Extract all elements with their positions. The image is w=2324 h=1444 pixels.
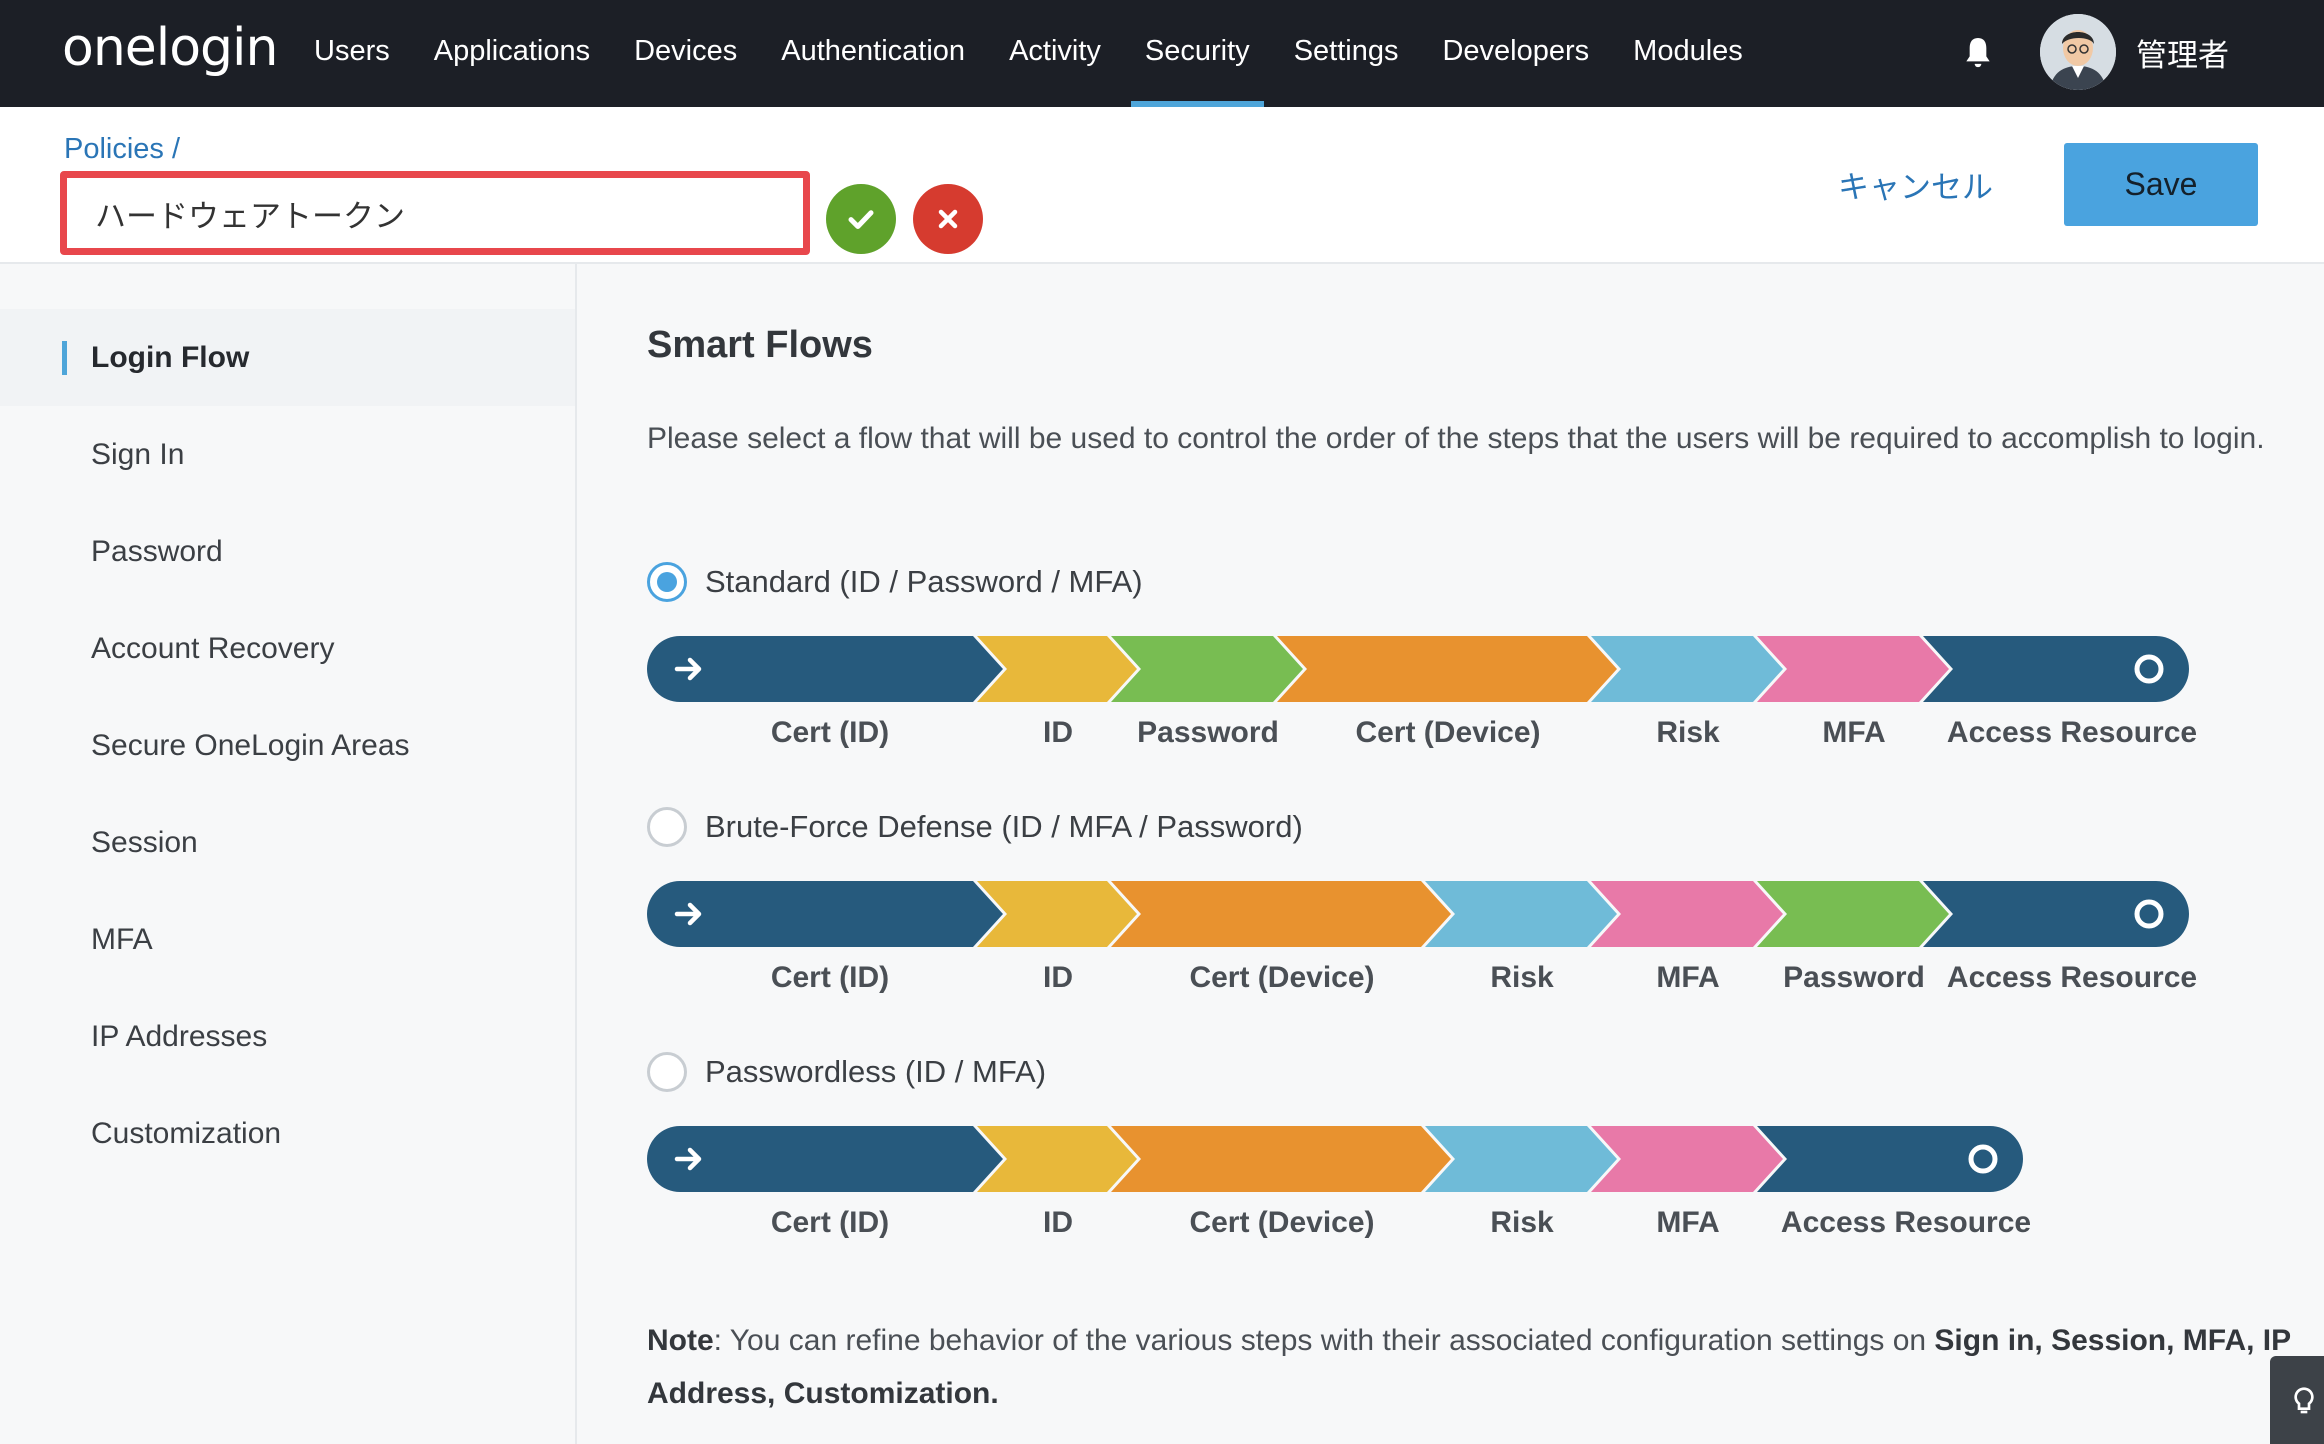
onelogin-logo[interactable]: onelogin (62, 18, 278, 78)
flow-radio[interactable] (647, 807, 687, 847)
flow-step-label: MFA (1822, 716, 1886, 749)
flow-option-2[interactable]: Passwordless (ID / MFA) (647, 1052, 1046, 1092)
flow-radio-label[interactable]: Brute-Force Defense (ID / MFA / Password… (705, 809, 1303, 845)
nav-modules[interactable]: Modules (1611, 0, 1765, 107)
sidebar-item-customization[interactable]: Customization (0, 1085, 575, 1182)
flow-option-1[interactable]: Brute-Force Defense (ID / MFA / Password… (647, 807, 1303, 847)
flow-diagram (647, 1126, 2023, 1192)
nav-settings[interactable]: Settings (1272, 0, 1421, 107)
flow-diagram (647, 881, 2189, 947)
flow-step-label: Password (1137, 716, 1279, 749)
flow-step-password (1111, 636, 1303, 702)
cancel-link[interactable]: キャンセル (1838, 162, 1993, 207)
sidebar-item-account-recovery[interactable]: Account Recovery (0, 600, 575, 697)
flow-step-risk (1425, 881, 1617, 947)
bell-icon[interactable] (1958, 33, 1998, 73)
top-navigation: onelogin Users Applications Devices Authent… (0, 0, 2324, 107)
sidebar-item-mfa[interactable]: MFA (0, 891, 575, 988)
note: Note: You can refine behavior of the var… (647, 1314, 2307, 1420)
flow-step-label: Cert (Device) (1189, 961, 1375, 994)
flow-radio-label[interactable]: Passwordless (ID / MFA) (705, 1054, 1046, 1090)
flow-step-label: Risk (1656, 716, 1720, 749)
flow-step-label: Cert (Device) (1355, 716, 1541, 749)
nav-developers[interactable]: Developers (1420, 0, 1611, 107)
flow-step-password (1757, 881, 1949, 947)
sidebar-item-secure-onelogin-areas[interactable]: Secure OneLogin Areas (0, 697, 575, 794)
flow-step-label: MFA (1656, 961, 1720, 994)
sidebar-item-session[interactable]: Session (0, 794, 575, 891)
main-content: Smart Flows Please select a flow that wi… (577, 264, 2324, 1444)
flow-step-mfa (1757, 636, 1949, 702)
flow-step-label: Risk (1490, 961, 1554, 994)
sidebar-item-password[interactable]: Password (0, 503, 575, 600)
flow-step-label: Access Resource (1946, 716, 2198, 749)
flow-step-label: Cert (Device) (1189, 1206, 1375, 1239)
flow-diagram (647, 636, 2189, 702)
flow-step-access-resource (1923, 636, 2189, 702)
user-name[interactable]: 管理者 (2136, 30, 2229, 75)
user-avatar-icon (2040, 14, 2116, 90)
main-nav: Users Applications Devices Authentication Ac… (292, 0, 1765, 107)
breadcrumb[interactable]: Policies / (64, 133, 180, 166)
flow-step-label: ID (1043, 716, 1073, 749)
save-button[interactable]: Save (2064, 143, 2258, 226)
flow-option-0[interactable]: Standard (ID / Password / MFA) (647, 562, 1143, 602)
note-text: : You can refine behavior of the various… (713, 1324, 1935, 1357)
policy-name-input[interactable] (60, 171, 810, 255)
check-icon (848, 210, 874, 229)
flow-step-label: Risk (1490, 1206, 1554, 1239)
note-lead: Note (647, 1324, 714, 1357)
flow-step-cert-device (1111, 1126, 1451, 1192)
flow-step-label: Cert (ID) (770, 961, 890, 994)
confirm-name-button[interactable] (826, 184, 896, 254)
lightbulb-icon (2294, 1387, 2314, 1414)
flow-radio[interactable] (647, 562, 687, 602)
flow-step-label: ID (1043, 1206, 1073, 1239)
discard-name-button[interactable] (913, 184, 983, 254)
close-icon (938, 209, 958, 229)
flow-step-label: Password (1783, 961, 1925, 994)
policy-header: Policies / キャンセル Save (0, 107, 2324, 264)
nav-applications[interactable]: Applications (412, 0, 612, 107)
flow-step-risk (1591, 636, 1783, 702)
nav-security[interactable]: Security (1123, 0, 1272, 107)
avatar[interactable] (2040, 14, 2116, 90)
flow-step-label: Access Resource (1946, 961, 2198, 994)
flow-step-label: Cert (ID) (770, 1206, 890, 1239)
flow-radio-label[interactable]: Standard (ID / Password / MFA) (705, 564, 1143, 600)
flow-step-mfa (1591, 881, 1783, 947)
nav-activity[interactable]: Activity (987, 0, 1123, 107)
section-title: Smart Flows (647, 324, 873, 366)
flow-step-mfa (1591, 1126, 1783, 1192)
nav-users[interactable]: Users (292, 0, 412, 107)
nav-authentication[interactable]: Authentication (759, 0, 987, 107)
policy-sidebar: Login Flow Sign In Password Account Recover… (0, 264, 577, 1444)
sidebar-item-sign-in[interactable]: Sign In (0, 406, 575, 503)
section-description: Please select a flow that will be used t… (647, 422, 2265, 455)
flow-step-cert-device (1111, 881, 1451, 947)
sidebar-item-ip-addresses[interactable]: IP Addresses (0, 988, 575, 1085)
flow-step-access-resource (1757, 1126, 2023, 1192)
hint-button[interactable] (2270, 1356, 2324, 1444)
flow-step-risk (1425, 1126, 1617, 1192)
flow-radio[interactable] (647, 1052, 687, 1092)
flow-step-access-resource (1923, 881, 2189, 947)
flow-step-label: MFA (1656, 1206, 1720, 1239)
nav-devices[interactable]: Devices (612, 0, 759, 107)
flow-step-label: Cert (ID) (770, 716, 890, 749)
sidebar-item-login-flow[interactable]: Login Flow (0, 309, 575, 406)
flow-step-cert-device (1277, 636, 1617, 702)
flow-step-label: ID (1043, 961, 1073, 994)
flow-step-label: Access Resource (1780, 1206, 2032, 1239)
